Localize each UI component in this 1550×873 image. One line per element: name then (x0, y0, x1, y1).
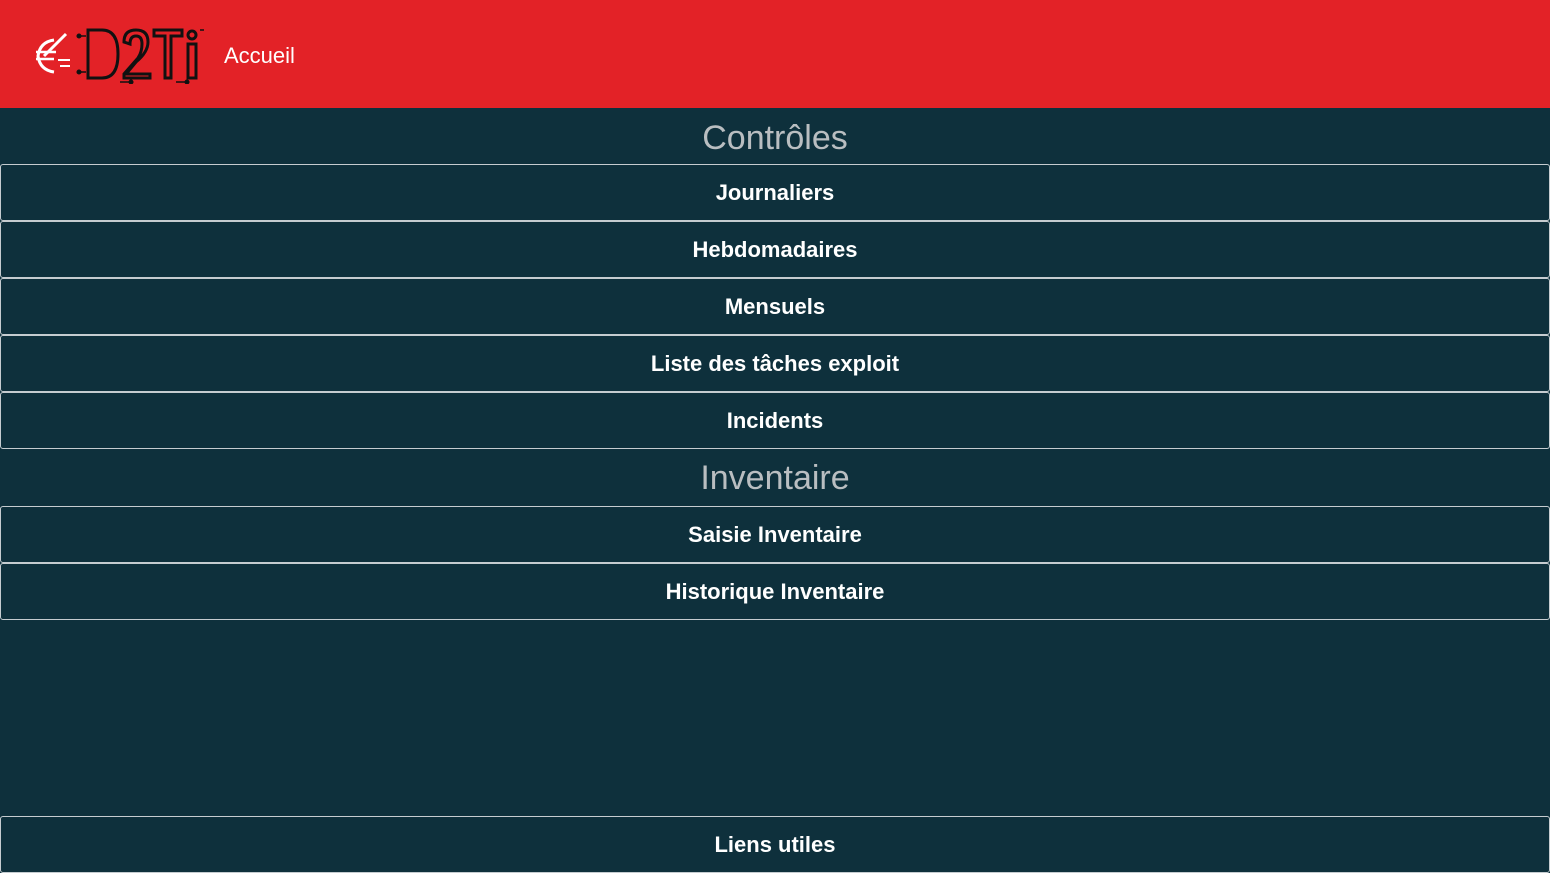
menu-item-historique-inventaire[interactable]: Historique Inventaire (0, 563, 1550, 620)
menu-item-label: Journaliers (715, 180, 835, 205)
menu-item-label: Incidents (726, 408, 824, 433)
section-title-inventaire: Inventaire (700, 459, 850, 497)
menu-item-label: Liste des tâches exploit (650, 351, 900, 376)
euro-emblem-icon (30, 30, 74, 80)
liens-utiles-label: Liens utiles (714, 832, 836, 857)
menu-item-mensuels[interactable]: Mensuels (0, 278, 1550, 335)
menu-item-label: Saisie Inventaire (688, 522, 862, 547)
d2ti-logo[interactable] (30, 26, 206, 84)
menu-item-hebdomadaires[interactable]: Hebdomadaires (0, 221, 1550, 278)
menu-item-liste-taches[interactable]: Liste des tâches exploit (0, 335, 1550, 392)
navigation-panel: Contrôles Journaliers Hebdomadaires Mens… (0, 108, 1550, 873)
menu-item-incidents[interactable]: Incidents (0, 392, 1550, 449)
home-link[interactable]: Accueil (224, 40, 295, 72)
menu-item-label: Hebdomadaires (692, 237, 858, 262)
menu-item-label: Historique Inventaire (665, 579, 885, 604)
liens-utiles-button[interactable]: Liens utiles (0, 816, 1550, 873)
top-header: Accueil (0, 0, 1550, 108)
menu-item-label: Mensuels (724, 294, 826, 319)
menu-item-journaliers[interactable]: Journaliers (0, 164, 1550, 221)
section-title-controles: Contrôles (702, 119, 848, 157)
menu-item-saisie-inventaire[interactable]: Saisie Inventaire (0, 506, 1550, 563)
logo-lettering (86, 28, 198, 80)
